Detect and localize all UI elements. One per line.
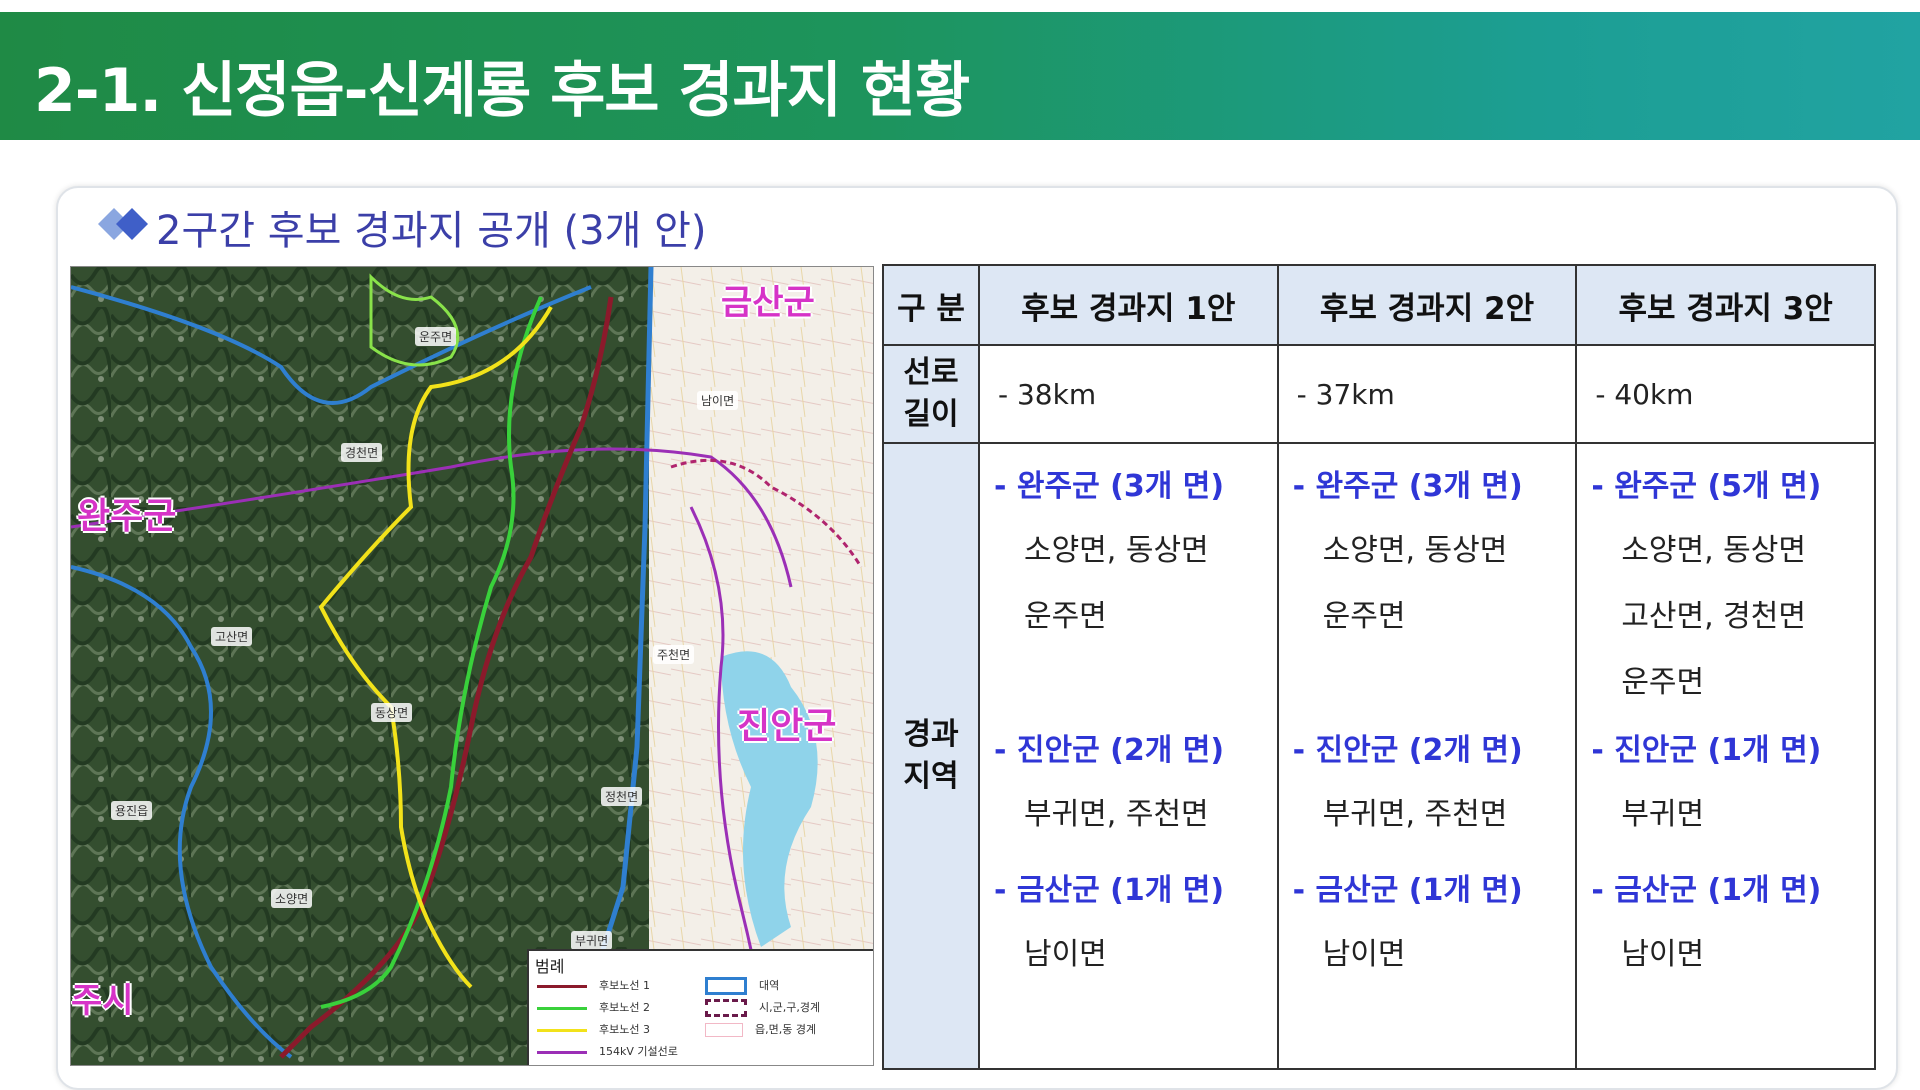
legend-line-swatch xyxy=(537,1006,587,1010)
place-label: 운주면 xyxy=(415,327,457,346)
group-head-wanju: - 완주군 (3개 면) xyxy=(1292,469,1523,504)
regions-plan2: - 완주군 (3개 면) 소양면, 동상면 운주면 - 진안군 (2개 면) 부… xyxy=(1276,442,1578,1070)
place-label: 부귀면 xyxy=(571,931,613,950)
table-header-row: 구 분 후보 경과지 1안 후보 경과지 2안 후보 경과지 3안 xyxy=(882,264,1876,346)
place-label: 주천면 xyxy=(653,645,695,664)
legend-item-route3: 후보노선 3 xyxy=(537,1021,650,1039)
group-line: 소양면, 동상면 xyxy=(1621,533,1806,568)
length-plan2: - 37km xyxy=(1276,344,1578,444)
map-label-geumsan: 금산군 xyxy=(721,283,815,323)
group-head-jinan: - 진안군 (1개 면) xyxy=(1591,733,1822,768)
header-plan1: 후보 경과지 1안 xyxy=(977,264,1279,346)
row-label-line: 경과 xyxy=(903,717,959,752)
group-line: 부귀면 xyxy=(1621,797,1705,832)
row-label-length: 선로 길이 xyxy=(882,344,980,444)
double-diamond-icon xyxy=(98,208,148,240)
route-comparison-table: 구 분 후보 경과지 1안 후보 경과지 2안 후보 경과지 3안 선로 길이 … xyxy=(882,264,1876,1070)
route-map: 금산군 완주군 진안군 주시 운주면 경천면 남이면 고산면 주천면 동상면 정… xyxy=(70,266,874,1066)
group-head-geumsan: - 금산군 (1개 면) xyxy=(993,873,1225,908)
header-plan2: 후보 경과지 2안 xyxy=(1276,264,1578,346)
legend-item-route2: 후보노선 2 xyxy=(537,999,650,1017)
regions-plan1: - 완주군 (3개 면) 소양면, 동상면 운주면 - 진안군 (2개 면) 부… xyxy=(977,442,1279,1070)
legend-line-swatch xyxy=(537,1050,587,1054)
legend-line-swatch xyxy=(537,984,587,988)
group-line: 남이면 xyxy=(1621,937,1705,972)
legend-label: 시,군,구,경계 xyxy=(759,1001,821,1014)
group-line: 남이면 xyxy=(1023,937,1107,972)
legend-label: 대역 xyxy=(759,979,780,992)
legend-box-swatch xyxy=(705,999,747,1017)
legend-item-existing-line: 154kV 기설선로 xyxy=(537,1043,678,1061)
legend-label: 후보노선 3 xyxy=(599,1023,650,1036)
legend-label: 읍,면,동 경계 xyxy=(755,1023,817,1036)
legend-box-swatch xyxy=(705,1023,743,1037)
place-label: 정천면 xyxy=(601,787,643,806)
group-line: 남이면 xyxy=(1322,937,1406,972)
legend-item-route1: 후보노선 1 xyxy=(537,977,650,995)
row-label-regions: 경과 지역 xyxy=(882,442,980,1070)
title-bar: 2-1. 신정읍-신계룡 후보 경과지 현황 xyxy=(0,12,1920,140)
group-head-geumsan: - 금산군 (1개 면) xyxy=(1591,873,1822,908)
legend-title: 범례 xyxy=(535,957,565,976)
table-row-length: 선로 길이 - 38km - 37km - 40km xyxy=(882,344,1876,444)
group-line: 고산면, 경천면 xyxy=(1621,599,1806,634)
regions-plan3: - 완주군 (5개 면) 소양면, 동상면 고산면, 경천면 운주면 - 진안군… xyxy=(1575,442,1876,1070)
group-line: 운주면 xyxy=(1023,599,1107,634)
legend-box-swatch xyxy=(705,977,747,995)
legend-label: 후보노선 1 xyxy=(599,979,650,992)
header-category: 구 분 xyxy=(882,264,980,346)
length-plan1: - 38km xyxy=(977,344,1279,444)
group-line: 부귀면, 주천면 xyxy=(1322,797,1508,832)
group-head-jinan: - 진안군 (2개 면) xyxy=(1292,733,1523,768)
group-line: 부귀면, 주천면 xyxy=(1023,797,1209,832)
place-label: 소양면 xyxy=(271,889,313,908)
table-row-regions: 경과 지역 - 완주군 (3개 면) 소양면, 동상면 운주면 - 진안군 (2… xyxy=(882,442,1876,1070)
place-label: 경천면 xyxy=(341,443,383,462)
map-label-jinan: 진안군 xyxy=(737,706,837,747)
length-plan3: - 40km xyxy=(1575,344,1876,444)
legend-label: 154kV 기설선로 xyxy=(599,1045,678,1058)
section-heading-text: 2구간 후보 경과지 공개 (3개 안) xyxy=(156,208,707,254)
group-head-wanju: - 완주군 (5개 면) xyxy=(1591,469,1822,504)
legend-line-swatch xyxy=(537,1028,587,1032)
group-line: 소양면, 동상면 xyxy=(1023,533,1209,568)
legend-label: 후보노선 2 xyxy=(599,1001,650,1014)
group-head-geumsan: - 금산군 (1개 면) xyxy=(1292,873,1523,908)
place-label: 고산면 xyxy=(211,627,253,646)
header-plan3: 후보 경과지 3안 xyxy=(1575,264,1876,346)
row-label-line: 길이 xyxy=(903,397,959,432)
row-label-line: 지역 xyxy=(903,759,959,794)
map-legend: 범례 후보노선 1 후보노선 2 후보노선 3 154kV 기설선로 대역 시,… xyxy=(527,949,873,1065)
page-title: 2-1. 신정읍-신계룡 후보 경과지 현황 xyxy=(34,56,970,126)
map-label-wanju: 완주군 xyxy=(77,496,177,537)
map-graphic xyxy=(71,267,873,1065)
group-head-wanju: - 완주군 (3개 면) xyxy=(993,469,1225,504)
place-label: 동상면 xyxy=(371,703,413,722)
legend-item-area: 대역 xyxy=(705,977,779,995)
group-line: 소양면, 동상면 xyxy=(1322,533,1508,568)
map-label-jeonju: 주시 xyxy=(71,981,134,1021)
place-label: 남이면 xyxy=(697,391,739,410)
row-label-line: 선로 xyxy=(903,355,959,390)
group-line: 운주면 xyxy=(1322,599,1406,634)
legend-item-city-boundary: 시,군,구,경계 xyxy=(705,999,820,1017)
legend-item-town-boundary: 읍,면,동 경계 xyxy=(705,1021,816,1039)
group-head-jinan: - 진안군 (2개 면) xyxy=(993,733,1225,768)
place-label: 용진읍 xyxy=(111,801,153,820)
group-line: 운주면 xyxy=(1621,665,1705,700)
